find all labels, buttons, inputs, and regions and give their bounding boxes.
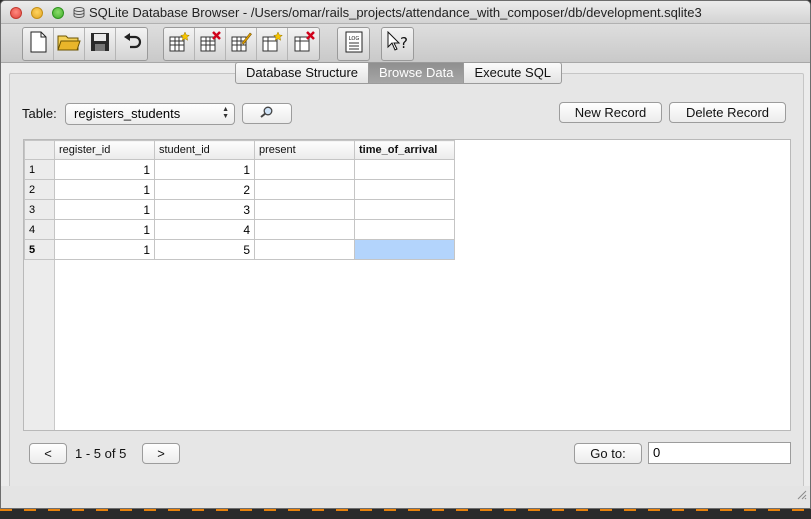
row-number[interactable]: 1 (24, 159, 55, 180)
row-number[interactable]: 2 (24, 179, 55, 200)
toolbar-group-help: ? (381, 27, 414, 61)
table-cell[interactable]: 1 (54, 239, 155, 260)
table-cell[interactable]: 1 (54, 179, 155, 200)
undo-icon (122, 32, 142, 56)
data-grid: register_id student_id present time_of_a… (23, 139, 791, 431)
table-cell[interactable]: 4 (154, 219, 255, 240)
records-table: register_id student_id present time_of_a… (24, 140, 455, 260)
up-down-arrows-icon: ▲ ▼ (222, 106, 229, 120)
delete-index-button[interactable] (288, 28, 319, 60)
open-folder-icon (57, 32, 81, 57)
column-header[interactable]: register_id (54, 140, 155, 160)
delete-table-button[interactable] (195, 28, 226, 60)
status-bar (1, 486, 810, 508)
row-number[interactable]: 3 (24, 199, 55, 220)
next-page-button[interactable]: > (142, 443, 180, 464)
table-cell[interactable]: 1 (54, 159, 155, 180)
table-cell[interactable] (254, 239, 355, 260)
table-row: 2 1 2 (24, 179, 455, 200)
row-number[interactable]: 4 (24, 219, 55, 240)
minimize-window-button[interactable] (31, 7, 43, 19)
column-header[interactable]: present (254, 140, 355, 160)
main-tabs: Database Structure Browse Data Execute S… (235, 62, 563, 84)
toolbar: LOG ? (1, 24, 810, 63)
table-cell[interactable]: 1 (54, 199, 155, 220)
new-file-icon (28, 31, 48, 58)
title-bar: SQLite Database Browser - /Users/omar/ra… (1, 1, 810, 24)
selected-cell[interactable] (354, 239, 455, 260)
row-number[interactable]: 5 (24, 239, 55, 260)
tab-database-structure[interactable]: Database Structure (235, 62, 370, 84)
log-button[interactable]: LOG (338, 28, 369, 60)
table-cell[interactable] (254, 219, 355, 240)
delete-table-icon (199, 30, 221, 58)
record-range-text: 1 - 5 of 5 (75, 446, 127, 461)
search-icon (260, 106, 274, 121)
table-cell[interactable] (254, 199, 355, 220)
table-header-row: register_id student_id present time_of_a… (24, 140, 455, 160)
table-cell[interactable]: 1 (154, 159, 255, 180)
window-title: SQLite Database Browser - /Users/omar/ra… (89, 5, 702, 20)
create-table-button[interactable] (164, 28, 195, 60)
table-cell[interactable]: 3 (154, 199, 255, 220)
close-window-button[interactable] (10, 7, 22, 19)
delete-index-icon (293, 30, 315, 58)
previous-page-button[interactable]: < (29, 443, 67, 464)
table-select-value: registers_students (74, 106, 181, 121)
corner-header (24, 140, 55, 160)
table-cell[interactable]: 1 (54, 219, 155, 240)
table-select[interactable]: registers_students ▲ ▼ (65, 103, 235, 125)
table-cell[interactable] (254, 159, 355, 180)
column-header[interactable]: student_id (154, 140, 255, 160)
save-button[interactable] (85, 28, 116, 60)
toolbar-group-file (22, 27, 148, 61)
database-icon (73, 7, 85, 21)
create-table-icon (168, 30, 190, 58)
table-cell[interactable] (354, 199, 455, 220)
modify-table-icon (230, 31, 252, 58)
open-database-button[interactable] (54, 28, 85, 60)
svg-text:LOG: LOG (348, 36, 359, 42)
table-cell[interactable]: 5 (154, 239, 255, 260)
table-row: 1 1 1 (24, 159, 455, 180)
table-row: 4 1 4 (24, 219, 455, 240)
table-cell[interactable]: 2 (154, 179, 255, 200)
table-cell[interactable] (354, 179, 455, 200)
modify-table-button[interactable] (226, 28, 257, 60)
zoom-window-button[interactable] (52, 7, 64, 19)
undo-button[interactable] (116, 28, 147, 60)
toolbar-group-log: LOG (337, 27, 370, 61)
log-icon: LOG (345, 31, 363, 58)
search-button[interactable] (242, 103, 292, 124)
new-record-button[interactable]: New Record (559, 102, 662, 123)
resize-grip-icon[interactable] (797, 487, 807, 505)
toolbar-group-table (163, 27, 320, 61)
whats-this-icon: ? (386, 30, 410, 58)
app-window: SQLite Database Browser - /Users/omar/ra… (0, 0, 811, 509)
table-row: 5 1 5 (24, 239, 455, 260)
tab-execute-sql[interactable]: Execute SQL (464, 62, 563, 84)
table-row: 3 1 3 (24, 199, 455, 220)
delete-record-button[interactable]: Delete Record (669, 102, 786, 123)
goto-input[interactable]: 0 (648, 442, 791, 464)
save-disk-icon (90, 32, 110, 57)
table-cell[interactable] (254, 179, 355, 200)
table-label: Table: (22, 106, 57, 121)
new-file-button[interactable] (23, 28, 54, 60)
create-index-button[interactable] (257, 28, 288, 60)
table-cell[interactable] (354, 219, 455, 240)
column-header[interactable]: time_of_arrival (354, 140, 455, 160)
whats-this-button[interactable]: ? (382, 28, 413, 60)
svg-text:?: ? (400, 34, 408, 52)
create-index-icon (261, 30, 283, 58)
tab-browse-data[interactable]: Browse Data (369, 62, 465, 84)
goto-button[interactable]: Go to: (574, 443, 642, 464)
table-cell[interactable] (354, 159, 455, 180)
